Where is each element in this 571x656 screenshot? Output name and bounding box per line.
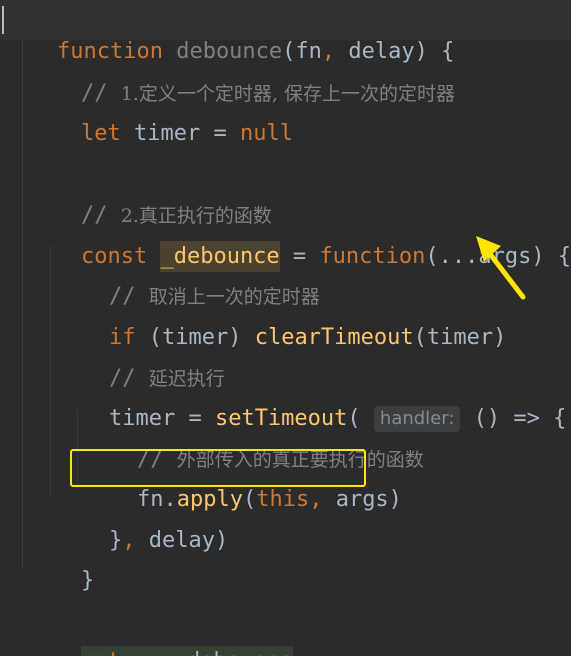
yellow-arrow-icon xyxy=(476,236,526,300)
code-editor[interactable]: function debounce(fn, delay) { // 1.定义一个… xyxy=(0,0,571,656)
